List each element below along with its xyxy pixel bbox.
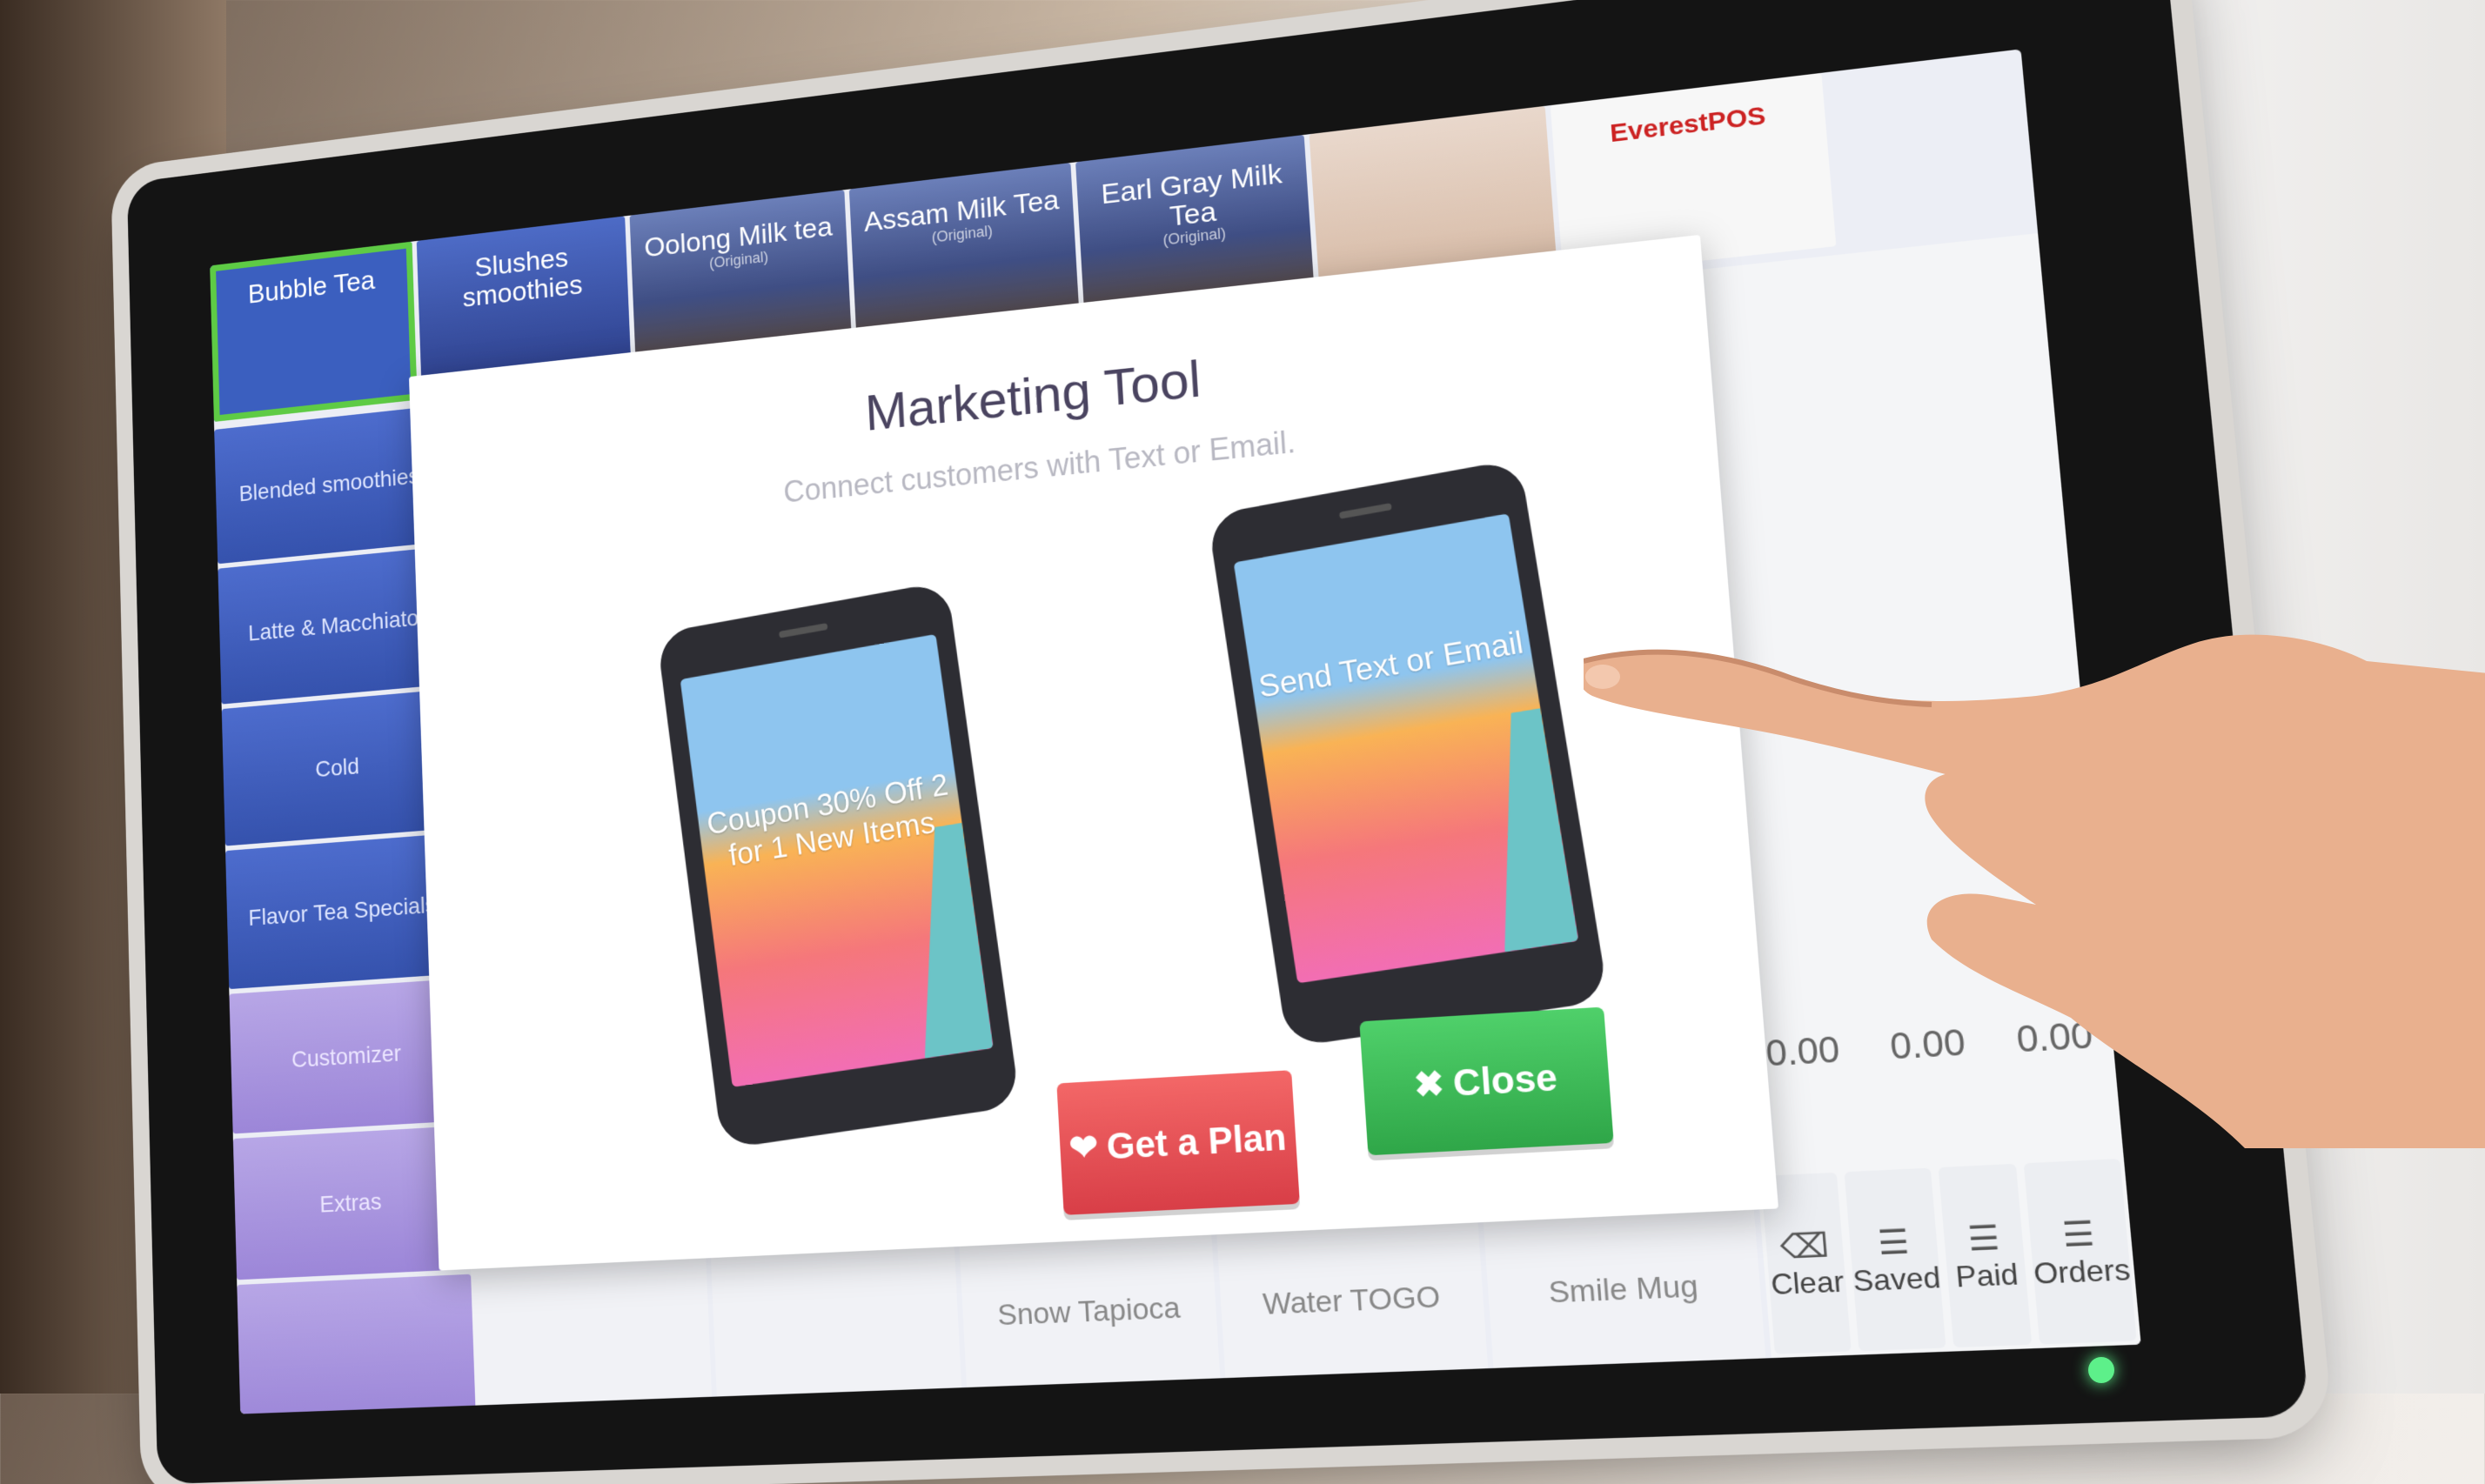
phone-speaker: [778, 623, 828, 638]
tile-label: Slushes smoothies: [462, 242, 584, 313]
coupon-text: Coupon 30% Off 2 for 1 New Items: [705, 766, 951, 873]
action-bar: ⌫ Clear ☰ Saved ☰ Paid ☰ Orders: [1757, 1154, 2141, 1358]
orders-button[interactable]: ☰ Orders: [2023, 1159, 2137, 1345]
get-a-plan-button[interactable]: ❤ Get a Plan: [1056, 1070, 1300, 1215]
product-snow-tapioca[interactable]: Snow Tapioca: [959, 1234, 1221, 1388]
product-water-togo[interactable]: Water TOGO: [1216, 1222, 1489, 1379]
action-label: Clear: [1769, 1264, 1845, 1301]
action-label: Saved: [1851, 1260, 1942, 1298]
send-text-email-label: Send Text or Email: [1256, 624, 1526, 705]
paid-button[interactable]: ☰ Paid: [1939, 1163, 2033, 1348]
category-label: Blended smoothies: [238, 463, 420, 506]
product-label: Water TOGO: [1261, 1279, 1442, 1321]
product-label: Snow Tapioca: [996, 1290, 1182, 1332]
tile-label: Earl Gray Milk Tea: [1100, 157, 1283, 233]
action-label: Orders: [2032, 1252, 2132, 1290]
list-icon: ☰: [1876, 1221, 1911, 1262]
product-label: Smile Mug: [1547, 1268, 1699, 1310]
product-tile[interactable]: [710, 1247, 962, 1397]
product-smile-mug[interactable]: Smile Mug: [1483, 1209, 1766, 1368]
phone-screen: Coupon 30% Off 2 for 1 New Items: [680, 633, 994, 1087]
category-more[interactable]: [237, 1273, 476, 1414]
eraser-icon: ⌫: [1778, 1225, 1831, 1266]
button-label: Get a Plan: [1105, 1115, 1288, 1167]
phone-coupon-illustration[interactable]: Coupon 30% Off 2 for 1 New Items: [656, 580, 1021, 1150]
action-label: Paid: [1953, 1256, 2020, 1293]
tab-bubble-tea[interactable]: Bubble Tea: [210, 241, 418, 422]
tile-label: Bubble Tea: [247, 264, 376, 310]
pointing-hand: [1584, 634, 2485, 1148]
category-label: Extras: [319, 1187, 382, 1218]
list-icon: ☰: [1966, 1217, 2001, 1258]
category-label: Cold: [314, 752, 360, 782]
brand-label: EverestPOS: [1609, 101, 1767, 149]
power-indicator-light: [2088, 1357, 2114, 1383]
category-label: Customizer: [291, 1039, 402, 1073]
close-button[interactable]: ✖ Close: [1359, 1006, 1614, 1156]
heart-icon: ❤: [1068, 1127, 1100, 1168]
button-label: Close: [1451, 1055, 1559, 1105]
phone-speaker: [1338, 503, 1392, 519]
product-tile[interactable]: [470, 1258, 713, 1406]
saved-button[interactable]: ☰ Saved: [1844, 1167, 1947, 1352]
category-label: Latte & Macchiato: [247, 605, 419, 646]
marketing-tool-dialog: Marketing Tool Connect customers with Te…: [408, 234, 1779, 1271]
category-label: Flavor Tea Specials: [248, 891, 437, 931]
phone-send-text-email[interactable]: Send Text or Email: [1207, 458, 1610, 1048]
phone-screen: Send Text or Email: [1233, 513, 1579, 984]
list-icon: ☰: [2060, 1213, 2096, 1254]
close-icon: ✖: [1412, 1064, 1446, 1106]
